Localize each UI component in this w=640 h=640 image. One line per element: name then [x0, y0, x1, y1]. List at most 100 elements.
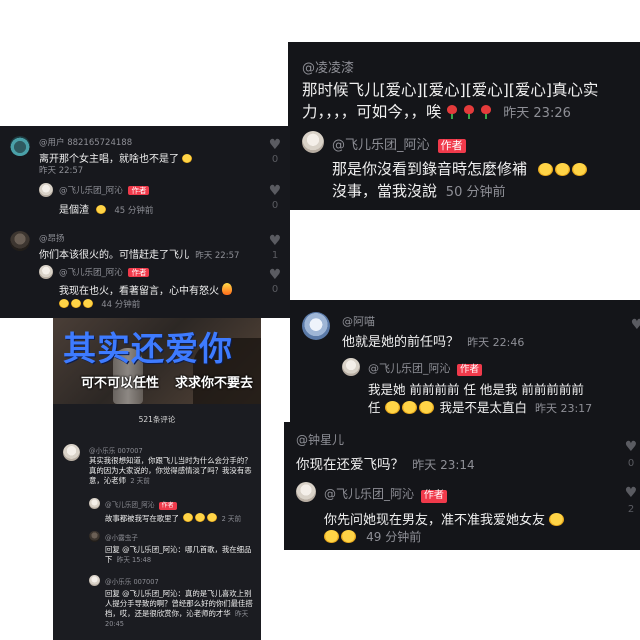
avatar[interactable]	[10, 136, 30, 156]
reply-text-body: 沒事，當我沒說	[332, 182, 438, 200]
laughing-emoji-icon	[71, 299, 81, 308]
reply-emoji-line: 44 分钟前	[59, 298, 140, 310]
comment-username[interactable]: @用户 882165724188	[39, 136, 132, 148]
author-badge: 作者	[437, 139, 466, 153]
reply-username[interactable]: @飞儿乐团_阿沁	[332, 138, 430, 153]
comment-username[interactable]: @小乐乐 007007	[89, 445, 143, 455]
reply-username[interactable]: @飞儿乐团_阿沁	[324, 487, 414, 501]
laughing-emoji-icon	[571, 163, 587, 176]
comment-text: 你们本该很火的。可惜赶走了飞儿 昨天 22:57	[39, 246, 239, 261]
reply-username[interactable]: @小乐乐 007007	[105, 576, 159, 586]
comment-time: 昨天 23:14	[412, 458, 475, 472]
reply-text: 回复 @飞儿乐团_阿沁：哪几首歌，我在细品下 昨天 15:48	[105, 545, 255, 565]
reply-text-body: 回复 @飞儿乐团_阿沁：真的是飞儿喜欢上别人提分手导致的啊？曾经那么好的你们最佳…	[105, 589, 253, 618]
comment-text: 其实我很想知道，你跟飞儿当时为什么会分手的？真的因为大家说的，你觉得感情淡了吗？…	[89, 456, 253, 486]
comment-text: 你现在还爱飞吗？ 昨天 23:14	[296, 453, 475, 473]
reply-header: @飞儿乐团_阿沁 作者	[59, 266, 150, 278]
like-heart-icon[interactable]: ♥	[624, 440, 638, 454]
reply-time: 昨天 23:17	[534, 402, 593, 415]
reply-text-line2: 任 我是不是太直白 昨天 23:17	[368, 397, 592, 416]
reply-text: 我是她 前前前前 任 他是我 前前前前前	[368, 382, 584, 397]
like-heart-icon[interactable]: ♥	[268, 138, 282, 152]
rose-icon	[480, 105, 492, 119]
fire-emoji-icon	[222, 283, 233, 295]
reply-text-body: 那是你沒看到錄音時怎麼修補	[332, 160, 528, 178]
comment-time: 昨天 23:26	[503, 106, 571, 121]
avatar[interactable]	[10, 231, 30, 251]
like-heart-icon[interactable]: ♥	[624, 486, 638, 500]
like-heart-icon[interactable]: ♥	[268, 268, 282, 282]
reply-time: 昨天 15:48	[116, 556, 152, 564]
video-title-overlay: 其实还爱你	[63, 329, 233, 368]
laughing-emoji-icon	[195, 513, 206, 522]
reply-text: 故事都被我写在歌里了 2 天前	[105, 513, 241, 524]
comment-time: 2 天前	[130, 477, 150, 485]
comment-count: 521条评论	[138, 415, 176, 424]
avatar[interactable]	[39, 183, 53, 197]
laughing-emoji-icon	[549, 513, 565, 526]
laughing-emoji-icon	[384, 401, 400, 414]
avatar[interactable]	[302, 131, 324, 153]
reply-text: 回复 @飞儿乐团_阿沁：真的是飞儿喜欢上别人提分手导致的啊？曾经那么好的你们最佳…	[105, 589, 255, 629]
reply-header: @飞儿乐团_阿沁 作者	[105, 499, 177, 510]
comment-text-body: 你现在还爱飞吗？	[296, 457, 404, 473]
laughing-emoji-icon	[341, 530, 356, 543]
avatar[interactable]	[302, 312, 330, 340]
author-badge: 作者	[158, 502, 177, 510]
comment-time: 昨天 22:46	[467, 336, 525, 349]
comment-text-body: 其实我很想知道，你跟飞儿当时为什么会分手的？真的因为大家说的，你觉得感情淡了吗？…	[89, 456, 252, 485]
comment-username[interactable]: @钟星儿	[296, 431, 344, 448]
reply-text: 是個渣 45 分钟前	[59, 201, 153, 216]
reply-header: @飞儿乐团_阿沁 作者	[332, 134, 466, 153]
reply-username[interactable]: @飞儿乐团_阿沁	[105, 501, 154, 509]
like-heart-icon[interactable]: ♥	[268, 184, 282, 198]
like-heart-icon[interactable]: ♥	[630, 318, 640, 332]
comment-panel-bottom-right: @钟星儿 你现在还爱飞吗？ 昨天 23:14 ♥ 0 @飞儿乐团_阿沁 作者 你…	[284, 422, 640, 550]
rose-icon	[446, 105, 458, 119]
avatar[interactable]	[89, 498, 100, 509]
reply-text-body: 任	[368, 400, 381, 415]
comment-text-body: 他就是她的前任吗？	[342, 335, 460, 350]
avatar[interactable]	[89, 575, 100, 586]
like-count: 1	[271, 250, 279, 261]
comment-username[interactable]: @凌凌漆	[302, 57, 354, 76]
like-heart-icon[interactable]: ♥	[268, 234, 282, 248]
video-comment-panel: 其实还爱你 可不可以任性 求求你不要去 521条评论 @小乐乐 007007 其…	[53, 318, 261, 640]
comment-panel-top-left: @用户 882165724188 离开那个女主唱，就啥也不是了 昨天 22:57…	[0, 126, 290, 318]
comment-username[interactable]: @昂扬	[39, 232, 65, 244]
avatar[interactable]	[63, 444, 80, 461]
reply-text-line2: 沒事，當我沒說 50 分钟前	[332, 180, 505, 201]
laughing-emoji-icon	[83, 299, 93, 308]
laughing-emoji-icon	[554, 163, 570, 176]
comment-panel-top-right: @凌凌漆 那时候飞儿[爱心][爱心][爱心][爱心]真心实力，，，，可如今，，唉…	[288, 42, 640, 210]
reply-time: 49 分钟前	[366, 530, 422, 544]
comment-panel-middle-right: @阿喵 他就是她的前任吗？ 昨天 22:46 ♥ @飞儿乐团_阿沁 作者 我是她…	[290, 300, 640, 422]
avatar[interactable]	[342, 358, 360, 376]
reply-text: 那是你沒看到錄音時怎麼修補	[332, 158, 589, 179]
comment-time: 昨天 22:57	[39, 166, 84, 176]
laughing-emoji-icon	[96, 205, 107, 214]
comment-username[interactable]: @阿喵	[342, 313, 375, 329]
author-badge: 作者	[128, 186, 150, 196]
reply-text-body: 是個渣	[59, 205, 89, 216]
reply-emoji-line: 49 分钟前	[324, 528, 421, 545]
reply-username[interactable]: @飞儿乐团_阿沁	[59, 186, 123, 196]
comment-text: 那时候飞儿[爱心][爱心][爱心][爱心]真心实力，，，，可如今，，唉 昨天 2…	[302, 79, 636, 125]
video-frame[interactable]: 其实还爱你 可不可以任性 求求你不要去	[53, 318, 261, 404]
like-count: 0	[271, 154, 279, 165]
laughing-emoji-icon	[207, 513, 218, 522]
avatar[interactable]	[89, 531, 100, 542]
laughing-emoji-icon	[182, 154, 193, 163]
reply-username[interactable]: @飞儿乐团_阿沁	[59, 268, 123, 278]
avatar[interactable]	[296, 482, 316, 502]
video-subtitle-left: 可不可以任性	[81, 376, 160, 391]
reply-time: 45 分钟前	[114, 206, 154, 216]
reply-username[interactable]: @小露虫子	[105, 532, 138, 542]
reply-text: 你先问她现在男友，准不准我爱她女友	[324, 509, 566, 528]
reply-time: 50 分钟前	[445, 185, 506, 200]
avatar[interactable]	[39, 265, 53, 279]
reply-time: 44 分钟前	[101, 300, 141, 310]
reply-header: @飞儿乐团_阿沁 作者	[324, 485, 447, 503]
reply-username[interactable]: @飞儿乐团_阿沁	[368, 362, 451, 375]
reply-text-body: 你先问她现在男友，准不准我爱她女友	[324, 513, 546, 528]
